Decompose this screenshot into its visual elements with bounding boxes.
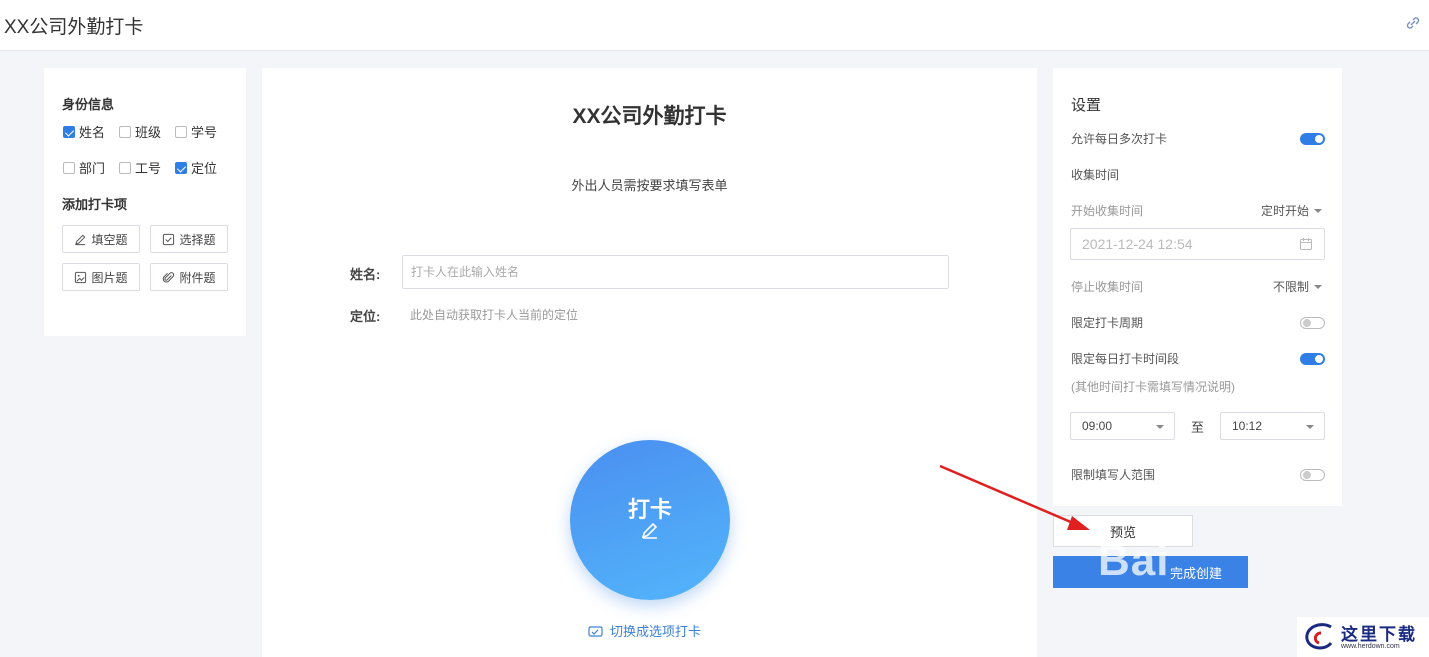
site-logo: 这里下载 www.herdown.com: [1297, 617, 1429, 657]
time-from-select[interactable]: 09:00: [1070, 412, 1175, 440]
top-bar: XX公司外勤打卡: [0, 0, 1429, 51]
switch-mode-link[interactable]: 切换成选项打卡: [588, 621, 701, 640]
add-item-section-title: 添加打卡项: [62, 197, 128, 212]
start-mode-value: 定时开始: [1260, 204, 1309, 218]
name-label: 姓名:: [350, 267, 381, 282]
checkbox-box[interactable]: [119, 125, 131, 138]
checkbox-label: 部门: [79, 161, 106, 176]
link-icon[interactable]: [1405, 14, 1421, 32]
fill-blank-label: 填空题: [91, 232, 128, 247]
name-input[interactable]: [402, 255, 949, 289]
start-datetime-value: 2021-12-24 12:54: [1082, 236, 1193, 252]
fill-blank-button[interactable]: 填空题: [62, 225, 140, 253]
to-label: 至: [1191, 420, 1205, 435]
chevron-down-icon: [1314, 208, 1322, 213]
limit-daily-note: (其他时间打卡需填写情况说明): [1071, 380, 1235, 394]
time-to-value: 10:12: [1232, 419, 1263, 433]
punch-button[interactable]: 打卡: [570, 440, 730, 600]
checkbox-location[interactable]: 定位: [175, 158, 217, 177]
attachment-label: 附件题: [179, 270, 216, 285]
pencil-icon: [75, 234, 86, 245]
form-subtitle[interactable]: 外出人员需按要求填写表单: [262, 175, 1037, 194]
time-from-value: 09:00: [1082, 419, 1113, 433]
checkbox-label: 工号: [135, 161, 162, 176]
checkbox-department[interactable]: 部门: [63, 158, 105, 177]
attachment-button[interactable]: 附件题: [150, 263, 228, 291]
checkbox-name[interactable]: 姓名: [63, 122, 105, 141]
image-icon: [75, 271, 87, 283]
site-logo-text: 这里下载: [1341, 625, 1417, 645]
start-datetime-input[interactable]: 2021-12-24 12:54: [1070, 228, 1325, 260]
limit-cycle-label: 限定打卡周期: [1071, 316, 1144, 330]
time-to-select[interactable]: 10:12: [1220, 412, 1325, 440]
collect-time-label: 收集时间: [1071, 168, 1120, 182]
checkbox-label: 姓名: [79, 125, 106, 140]
stop-mode-dropdown[interactable]: 不限制: [1273, 278, 1322, 295]
checkbox-class[interactable]: 班级: [119, 122, 161, 141]
limit-range-toggle[interactable]: [1300, 469, 1325, 481]
checkbox-box[interactable]: [63, 125, 75, 138]
settings-panel: 设置 允许每日多次打卡 收集时间 开始收集时间 定时开始 2021-12-24 …: [1053, 68, 1342, 506]
identity-section-title: 身份信息: [62, 97, 115, 112]
checkbox-student-id[interactable]: 学号: [175, 122, 217, 141]
allow-multiple-label: 允许每日多次打卡: [1071, 132, 1168, 146]
allow-multiple-toggle[interactable]: [1300, 133, 1325, 145]
card-switch-icon: [588, 625, 603, 637]
limit-cycle-toggle[interactable]: [1300, 317, 1325, 329]
switch-mode-label: 切换成选项打卡: [610, 624, 702, 639]
start-mode-dropdown[interactable]: 定时开始: [1261, 202, 1322, 219]
logo-swirl-icon: [1305, 623, 1333, 650]
chevron-down-icon: [1156, 425, 1164, 429]
settings-title: 设置: [1071, 97, 1102, 114]
site-url: www.herdown.com: [1341, 643, 1400, 650]
chevron-down-icon: [1314, 284, 1322, 289]
start-time-label: 开始收集时间: [1071, 204, 1144, 218]
form-preview-panel: XX公司外勤打卡 外出人员需按要求填写表单 姓名: 定位: 此处自动获取打卡人当…: [262, 68, 1037, 657]
checkbox-label: 学号: [191, 125, 218, 140]
choice-label: 选择题: [179, 232, 216, 247]
stop-time-label: 停止收集时间: [1071, 280, 1144, 294]
location-hint: 此处自动获取打卡人当前的定位: [410, 308, 579, 322]
limit-daily-toggle[interactable]: [1300, 353, 1325, 365]
left-panel: 身份信息 姓名 班级 学号 部门 工号 定位 添加打卡项 填空题 选择题 图片题…: [44, 68, 246, 336]
checkbox-label: 班级: [135, 125, 162, 140]
checkbox-box[interactable]: [175, 125, 187, 138]
stop-mode-value: 不限制: [1272, 280, 1309, 294]
calendar-icon: [1300, 238, 1312, 250]
checkbox-icon: [163, 233, 175, 245]
checkbox-box[interactable]: [175, 161, 187, 174]
image-question-button[interactable]: 图片题: [62, 263, 140, 291]
checkbox-employee-id[interactable]: 工号: [119, 158, 161, 177]
pencil-icon: [641, 522, 658, 539]
image-question-label: 图片题: [91, 270, 128, 285]
watermark: Bai: [1098, 536, 1170, 585]
choice-button[interactable]: 选择题: [150, 225, 228, 253]
limit-daily-label: 限定每日打卡时间段: [1071, 352, 1180, 366]
checkbox-box[interactable]: [63, 161, 75, 174]
paperclip-icon: [163, 271, 175, 282]
chevron-down-icon: [1306, 425, 1314, 429]
form-title[interactable]: XX公司外勤打卡: [262, 100, 1037, 130]
red-arrow-annotation: [939, 464, 1090, 530]
location-label: 定位:: [350, 309, 381, 324]
app-title: XX公司外勤打卡: [4, 17, 144, 38]
checkbox-label: 定位: [191, 161, 218, 176]
checkbox-box[interactable]: [119, 161, 131, 174]
